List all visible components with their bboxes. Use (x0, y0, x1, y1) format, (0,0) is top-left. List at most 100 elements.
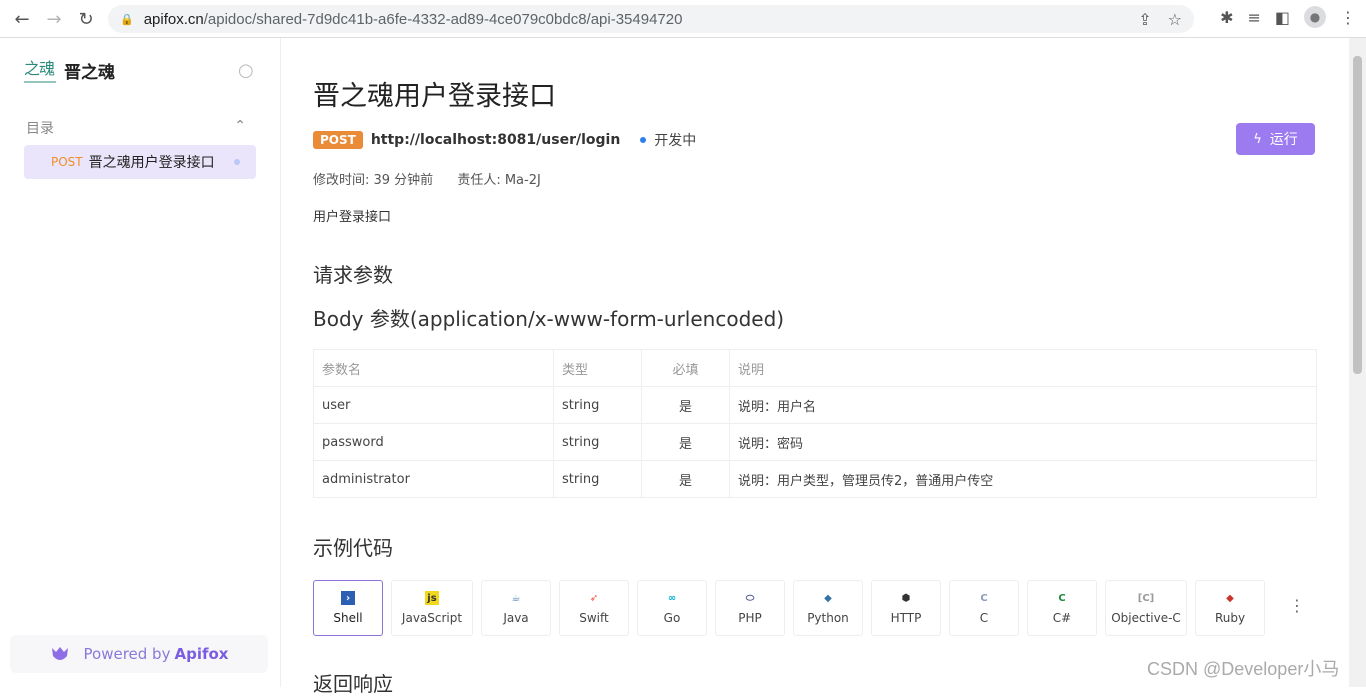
objective-c-icon: [C] (1137, 592, 1155, 604)
lang-tab-csharp[interactable]: C C# (1027, 580, 1097, 636)
response-heading: 返回响应 (313, 672, 393, 696)
lang-tab-java[interactable]: ☕ Java (481, 580, 551, 636)
table-row: administrator string 是 说明：用户类型，管理员传2，普通用… (313, 460, 1317, 498)
page-title: 晋之魂用户登录接口 (313, 81, 556, 112)
param-name: user (313, 386, 554, 424)
sidebar: 之 魂 晋之魂 ○ 目录 ⌃ POST 晋之魂用户登录接口 Powered by… (0, 38, 281, 687)
col-header: 类型 (553, 349, 642, 387)
media-icon[interactable]: ≡ (1247, 8, 1260, 27)
forward-icon[interactable]: → (38, 3, 70, 35)
param-desc: 说明：用户名 (729, 386, 1317, 424)
reload-icon[interactable]: ↻ (70, 3, 102, 35)
lang-tab-php[interactable]: ⬭ PHP (715, 580, 785, 636)
sidebar-item-login-api[interactable]: POST 晋之魂用户登录接口 (24, 145, 256, 179)
c-icon: C (980, 592, 988, 604)
lang-label: Ruby (1214, 611, 1246, 625)
lang-label: C# (1052, 611, 1072, 625)
browser-toolbar: ← → ↻ 🔒 apifox.cn/apidoc/shared-7d9dc41b… (0, 0, 1366, 38)
param-name: administrator (313, 460, 554, 498)
status-dot (234, 159, 240, 165)
swift-icon: ➶ (589, 592, 599, 604)
brand-name: 晋之魂 (64, 62, 115, 83)
http-icon: ⬢ (901, 592, 911, 604)
bookmark-star-icon[interactable]: ☆ (1168, 10, 1182, 29)
brand[interactable]: 之 魂 晋之魂 (24, 54, 115, 86)
param-required: 是 (641, 386, 730, 424)
apifox-icon (51, 647, 68, 660)
col-header: 必填 (641, 349, 730, 387)
toc-label: 目录 (26, 121, 54, 137)
status-dot (640, 137, 647, 143)
lang-label: HTTP (890, 611, 922, 625)
table-row: user string 是 说明：用户名 (313, 386, 1317, 424)
lang-tab-ruby[interactable]: ◆ Ruby (1195, 580, 1265, 636)
lang-tab-objective-c[interactable]: [C] Objective-C (1105, 580, 1187, 636)
search-icon[interactable]: ○ (238, 60, 254, 81)
param-desc: 说明：密码 (729, 423, 1317, 461)
scrollbar[interactable] (1349, 38, 1366, 687)
lang-label: Python (807, 611, 849, 625)
info-row: 修改时间: 39 分钟前 责任人: Ma-2J (313, 169, 561, 188)
toc-header[interactable]: 目录 ⌃ (26, 118, 246, 138)
lang-tab-shell[interactable]: › Shell (313, 580, 383, 636)
lang-label: Go (663, 611, 681, 625)
lang-label: Objective-C (1111, 611, 1181, 625)
status-text: 开发中 (654, 133, 697, 149)
params-table: 参数名 类型 必填 说明 user string 是 说明：用户名 passwo… (313, 349, 1317, 498)
csharp-icon: C (1058, 592, 1066, 604)
brand-logo: 之 魂 (24, 59, 56, 83)
main-content: 晋之魂用户登录接口 POST http://localhost:8081/use… (281, 38, 1349, 696)
watermark: CSDN @Developer小马 (1147, 659, 1340, 679)
url-path: /apidoc/shared-7d9dc41b-a6fe-4332-ad89-4… (203, 10, 683, 28)
powered-prefix: Powered by (83, 645, 171, 663)
param-name: password (313, 423, 554, 461)
go-icon: ∞ (667, 592, 677, 604)
modified-time: 修改时间: 39 分钟前 (313, 173, 434, 188)
run-label: 运行 (1269, 132, 1298, 148)
lang-tab-c[interactable]: C C (949, 580, 1019, 636)
java-icon: ☕ (511, 592, 521, 604)
body-heading: Body 参数(application/x-www-form-urlencode… (313, 307, 785, 331)
scroll-thumb[interactable] (1353, 56, 1362, 374)
sidebar-item-label: 晋之魂用户登录接口 (88, 155, 215, 171)
lang-tab-http[interactable]: ⬢ HTTP (871, 580, 941, 636)
table-row: password string 是 说明：密码 (313, 423, 1317, 461)
param-type: string (553, 460, 642, 498)
lang-label: Java (503, 611, 529, 625)
method-label: POST (51, 155, 83, 169)
back-icon[interactable]: ← (6, 3, 38, 35)
address-bar[interactable]: 🔒 apifox.cn/apidoc/shared-7d9dc41b-a6fe-… (108, 5, 1194, 33)
language-tabs: › Shell js JavaScript ☕ Java ➶ Swift ∞ G… (313, 580, 1265, 636)
lang-label: C (979, 611, 989, 625)
lock-icon: 🔒 (120, 12, 134, 26)
more-languages-icon[interactable]: ⋮ (1289, 596, 1305, 615)
lang-tab-python[interactable]: ◆ Python (793, 580, 863, 636)
param-required: 是 (641, 423, 730, 461)
param-type: string (553, 423, 642, 461)
method-badge: POST (313, 131, 363, 149)
endpoint-row: POST http://localhost:8081/user/login 开发… (313, 130, 696, 150)
url-host: apifox.cn (143, 10, 204, 28)
svg-text:之: 之 (24, 59, 40, 78)
menu-dots-icon[interactable]: ⋮ (1340, 8, 1356, 27)
lang-tab-go[interactable]: ∞ Go (637, 580, 707, 636)
table-header-row: 参数名 类型 必填 说明 (313, 349, 1317, 387)
sidepanel-icon[interactable]: ◧ (1275, 8, 1290, 27)
col-header: 参数名 (313, 349, 554, 387)
share-icon[interactable]: ⇪ (1138, 10, 1151, 29)
ruby-icon: ◆ (1226, 592, 1234, 604)
run-button[interactable]: ϟ 运行 (1236, 123, 1315, 155)
extensions-icon[interactable]: ✱ (1220, 8, 1233, 27)
lang-label: PHP (738, 611, 762, 625)
python-icon: ◆ (824, 592, 832, 604)
lang-tab-javascript[interactable]: js JavaScript (391, 580, 473, 636)
lang-label: Swift (579, 611, 609, 625)
powered-brand: Apifox (174, 645, 229, 663)
svg-text:魂: 魂 (39, 59, 55, 78)
javascript-icon: js (425, 591, 439, 605)
lang-tab-swift[interactable]: ➶ Swift (559, 580, 629, 636)
php-icon: ⬭ (745, 592, 755, 604)
profile-avatar[interactable]: ● (1304, 6, 1326, 28)
collapse-icon[interactable]: ⌃ (234, 118, 246, 138)
powered-by-apifox[interactable]: Powered by Apifox (10, 635, 268, 673)
